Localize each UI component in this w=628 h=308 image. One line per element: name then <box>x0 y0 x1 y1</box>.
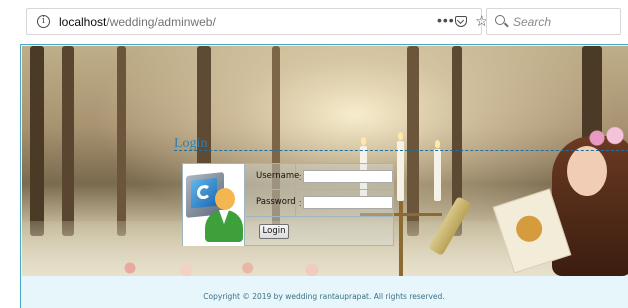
password-input[interactable] <box>303 196 393 209</box>
candle-flame <box>435 140 440 148</box>
site-info-icon[interactable]: i <box>37 15 50 28</box>
password-label: Password <box>256 197 296 207</box>
url-host: localhost <box>59 15 107 29</box>
page-actions-icon[interactable]: ••• <box>437 12 455 28</box>
search-placeholder: Search <box>513 15 552 29</box>
url-bar[interactable]: i localhost/wedding/adminweb/ ••• ☆ <box>26 8 488 35</box>
username-input[interactable] <box>303 170 393 183</box>
copyright-text: Copyright © 2019 by wedding rantauprapat… <box>203 292 445 301</box>
flower-crown <box>587 126 627 150</box>
browser-toolbar: i localhost/wedding/adminweb/ ••• ☆ Sear… <box>0 0 628 40</box>
row-divider <box>246 189 394 190</box>
search-icon <box>495 15 505 25</box>
candle <box>434 149 441 201</box>
username-label: Username <box>256 171 300 181</box>
url-path: /wedding/adminweb/ <box>106 15 216 29</box>
login-button[interactable]: Login <box>259 224 289 239</box>
title-divider <box>174 150 628 151</box>
refresh-arrows-icon <box>197 184 211 200</box>
screen <box>191 177 217 209</box>
pocket-icon[interactable] <box>455 16 467 27</box>
tree-trunk <box>30 46 44 236</box>
url-text[interactable]: localhost/wedding/adminweb/ <box>59 15 216 29</box>
tree-trunk <box>117 46 126 236</box>
login-form: Username : Password : Login <box>182 163 394 246</box>
candelabra-stem <box>399 201 403 276</box>
forest-banner-image: Login Username : Password : Login <box>22 46 628 276</box>
page-frame: Login Username : Password : Login Copyri… <box>20 44 628 308</box>
user-body-icon <box>205 210 243 242</box>
candle-flame <box>361 137 366 145</box>
tree-trunk <box>62 46 74 236</box>
username-colon: : <box>299 172 302 182</box>
password-colon: : <box>299 198 302 208</box>
bride-face <box>567 146 607 196</box>
candle-flame <box>398 132 403 140</box>
search-bar[interactable]: Search <box>486 8 621 35</box>
bride-photo <box>492 126 628 276</box>
user-head-icon <box>215 188 235 210</box>
row-divider <box>246 216 394 217</box>
login-illustration <box>183 164 245 246</box>
flower-bed <box>102 256 382 276</box>
